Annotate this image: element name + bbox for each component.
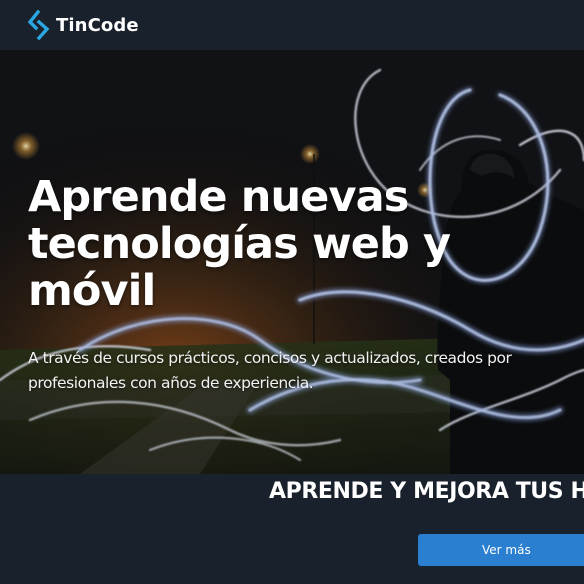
hero-content: Aprende nuevas tecnologías web y móvil A… <box>28 174 580 396</box>
brand-link[interactable]: TinCode <box>27 10 139 40</box>
navbar: TinCode <box>0 0 584 50</box>
tincode-logo-icon <box>27 10 50 40</box>
hero-section: Aprende nuevas tecnologías web y móvil A… <box>0 50 584 474</box>
ver-mas-button[interactable]: Ver más <box>418 534 584 566</box>
tagline-heading: APRENDE Y MEJORA TUS H <box>269 479 584 504</box>
hero-title: Aprende nuevas tecnologías web y móvil <box>28 172 451 316</box>
page: TinCode Aprende nuevas tecnologías web y… <box>0 0 584 584</box>
hero-subtitle: A través de cursos prácticos, concisos y… <box>28 349 512 392</box>
brand-name: TinCode <box>56 14 139 36</box>
tagline-section: APRENDE Y MEJORA TUS H Ver más <box>0 474 584 584</box>
